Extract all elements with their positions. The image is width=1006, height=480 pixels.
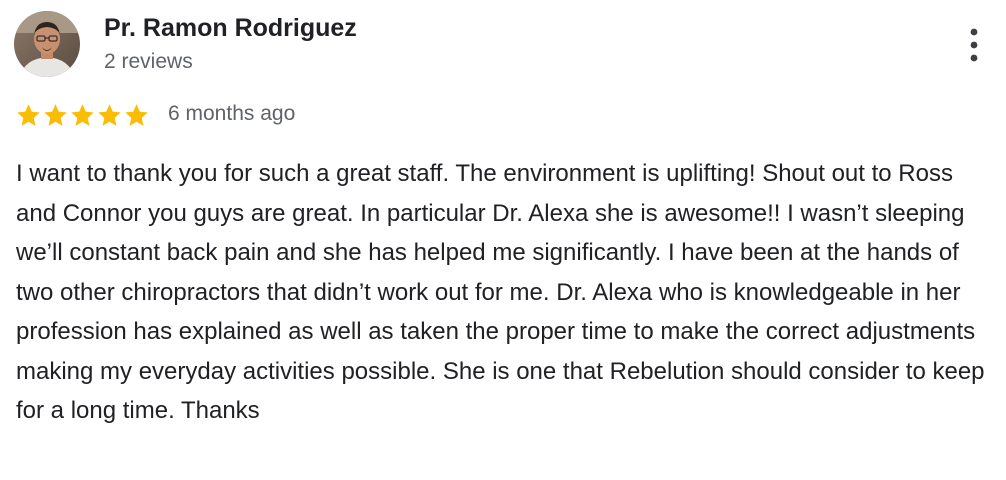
star-icon bbox=[15, 102, 42, 129]
avatar[interactable] bbox=[14, 11, 80, 77]
star-rating bbox=[15, 101, 150, 129]
review-count[interactable]: 2 reviews bbox=[104, 50, 193, 74]
stars bbox=[15, 102, 150, 129]
star-icon bbox=[123, 102, 150, 129]
star-icon bbox=[96, 102, 123, 129]
review-text: I want to thank you for such a great sta… bbox=[16, 160, 985, 424]
more-vertical-icon bbox=[970, 28, 978, 62]
star-icon bbox=[69, 102, 96, 129]
review-card: Pr. Ramon Rodriguez 2 reviews 6 months a… bbox=[0, 0, 1006, 480]
reviewer-name[interactable]: Pr. Ramon Rodriguez bbox=[104, 14, 357, 43]
more-options-button[interactable] bbox=[958, 26, 988, 66]
star-icon bbox=[42, 102, 69, 129]
review-date: 6 months ago bbox=[168, 102, 296, 125]
user-photo-avatar-icon bbox=[14, 11, 80, 77]
